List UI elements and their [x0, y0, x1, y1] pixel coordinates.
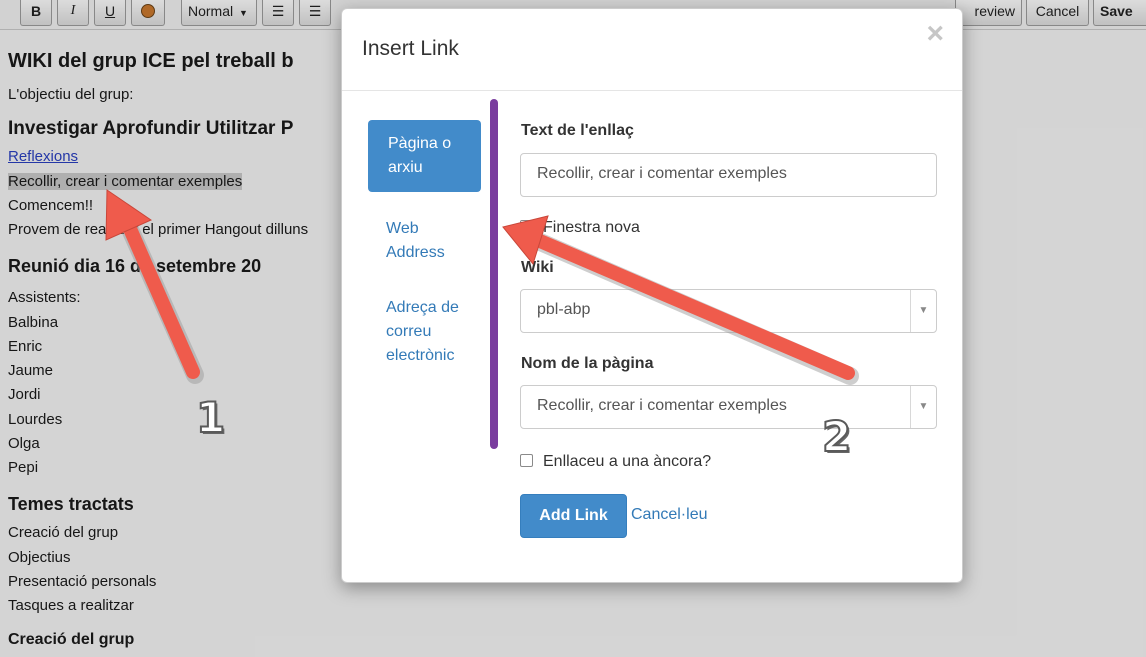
insert-link-dialog: Insert Link × Pàgina o arxiu Web Address… — [341, 8, 963, 583]
anchor-label: Enllaceu a una àncora? — [543, 453, 712, 470]
tab-web-address[interactable]: Web Address — [368, 217, 463, 265]
link-text-label: Text de l'enllaç — [521, 122, 634, 139]
new-window-checkbox[interactable] — [520, 220, 533, 233]
close-icon[interactable]: × — [926, 19, 944, 49]
anchor-checkbox-row[interactable]: Enllaceu a una àncora? — [520, 453, 711, 471]
annotation-label-2: 2 — [821, 411, 852, 462]
page-name-select[interactable]: Recollir, crear i comentar exemples ▼ — [520, 385, 937, 429]
wiki-select-value: pbl-abp — [537, 301, 591, 318]
page-name-label: Nom de la pàgina — [521, 355, 654, 372]
dialog-title: Insert Link — [362, 37, 459, 60]
highlight-divider — [490, 99, 498, 449]
dialog-header: Insert Link × — [342, 9, 962, 91]
new-window-label: Finestra nova — [543, 219, 640, 236]
wiki-label: Wiki — [521, 259, 554, 276]
add-link-button[interactable]: Add Link — [520, 494, 627, 538]
tab-email-address[interactable]: Adreça de correu electrònic — [368, 296, 468, 368]
new-window-checkbox-row[interactable]: Finestra nova — [520, 219, 640, 237]
chevron-down-icon: ▼ — [910, 386, 936, 428]
cancel-link[interactable]: Cancel·leu — [631, 506, 707, 524]
tab-page-or-file[interactable]: Pàgina o arxiu — [368, 120, 481, 192]
wiki-select[interactable]: pbl-abp ▼ — [520, 289, 937, 333]
anchor-checkbox[interactable] — [520, 454, 533, 467]
page-name-select-value: Recollir, crear i comentar exemples — [537, 397, 787, 414]
link-text-input[interactable]: Recollir, crear i comentar exemples — [520, 153, 937, 197]
chevron-down-icon: ▼ — [910, 290, 936, 332]
annotation-label-1: 1 — [195, 392, 226, 443]
